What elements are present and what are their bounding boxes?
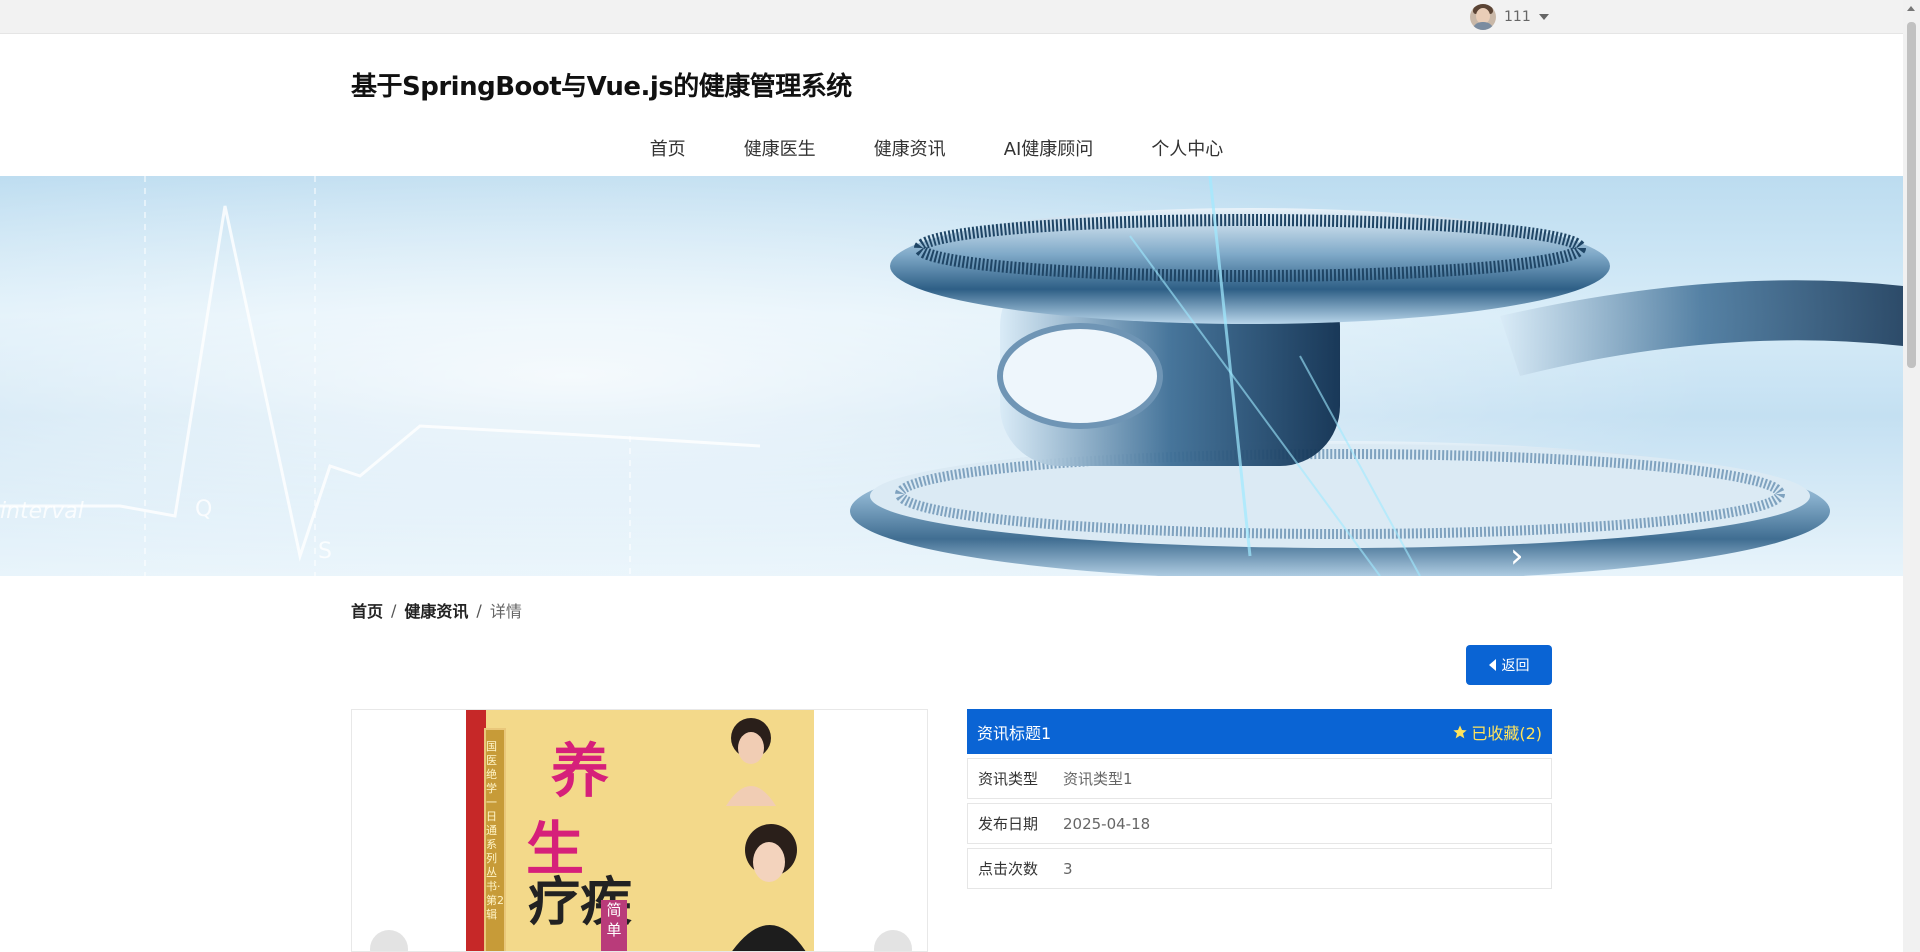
info-header: 资讯标题1 已收藏(2) <box>967 709 1552 754</box>
chevron-down-icon[interactable] <box>1538 14 1549 20</box>
favorite-label: 已收藏(2) <box>1471 723 1542 743</box>
main-nav: 首页 健康医生 健康资讯 AI健康顾问 个人中心 <box>0 136 1903 164</box>
banner-carousel[interactable]: interval Q S › <box>0 176 1903 576</box>
svg-text:S: S <box>318 539 332 564</box>
top-bar: 111 <box>0 0 1903 34</box>
page-scrollbar[interactable] <box>1903 0 1920 952</box>
stethoscope-banner-image: interval Q S <box>0 176 1903 576</box>
detail-image-carousel[interactable]: 国医绝学一日通系列丛书·第2辑 养 生 疗疾 简单 <box>351 709 928 952</box>
svg-text:interval: interval <box>0 499 84 524</box>
carousel-next-icon[interactable]: › <box>1510 536 1524 576</box>
breadcrumb: 首页 / 健康资讯 / 详情 <box>351 598 522 622</box>
news-title: 资讯标题1 <box>977 723 1052 743</box>
caret-left-icon <box>1488 659 1496 671</box>
info-label: 点击次数 <box>978 860 1039 878</box>
breadcrumb-separator: / <box>391 600 397 620</box>
person-illustration <box>732 824 806 951</box>
breadcrumb-current: 详情 <box>489 602 522 621</box>
person-illustration <box>726 718 776 806</box>
book-series-text: 国医绝学一日通系列丛书·第2辑 <box>486 740 504 921</box>
info-label: 发布日期 <box>978 815 1039 833</box>
info-value: 资讯类型1 <box>1063 770 1133 788</box>
scroll-up-icon[interactable] <box>1907 6 1915 11</box>
info-value: 2025-04-18 <box>1063 814 1151 833</box>
star-icon <box>1453 724 1467 738</box>
avatar[interactable] <box>1470 4 1496 30</box>
back-button[interactable]: 返回 <box>1466 645 1552 685</box>
carousel-prev-button[interactable] <box>370 930 408 951</box>
nav-item-news[interactable]: 健康资讯 <box>845 136 975 164</box>
site-title: 基于SpringBoot与Vue.js的健康管理系统 <box>351 72 852 102</box>
user-menu[interactable]: 111 <box>1470 4 1549 30</box>
book-title-char: 养 <box>551 737 610 805</box>
info-label: 资讯类型 <box>978 770 1039 788</box>
nav-item-home[interactable]: 首页 <box>621 136 715 164</box>
info-row-date: 发布日期 2025-04-18 <box>967 803 1552 844</box>
back-button-label: 返回 <box>1501 658 1530 674</box>
book-cover-image: 国医绝学一日通系列丛书·第2辑 养 生 疗疾 简单 <box>466 710 814 951</box>
info-row-type: 资讯类型 资讯类型1 <box>967 758 1552 799</box>
breadcrumb-home[interactable]: 首页 <box>351 598 383 622</box>
breadcrumb-separator: / <box>476 600 482 620</box>
nav-item-ai-advisor[interactable]: AI健康顾问 <box>975 136 1123 164</box>
svg-text:Q: Q <box>195 497 212 522</box>
info-row-clicks: 点击次数 3 <box>967 848 1552 889</box>
breadcrumb-news[interactable]: 健康资讯 <box>404 598 468 622</box>
carousel-next-button[interactable] <box>874 930 912 951</box>
book-tag: 简单 <box>601 900 627 951</box>
username[interactable]: 111 <box>1504 9 1531 25</box>
info-value: 3 <box>1063 859 1073 878</box>
nav-item-profile[interactable]: 个人中心 <box>1122 136 1252 164</box>
news-info-panel: 资讯标题1 已收藏(2) 资讯类型 资讯类型1 发布日期 2025-04-18 … <box>967 709 1552 889</box>
nav-item-doctors[interactable]: 健康医生 <box>715 136 845 164</box>
scrollbar-thumb[interactable] <box>1907 22 1916 368</box>
page: 111 基于SpringBoot与Vue.js的健康管理系统 首页 健康医生 健… <box>0 0 1920 952</box>
favorite-button[interactable]: 已收藏(2) <box>1452 720 1542 744</box>
